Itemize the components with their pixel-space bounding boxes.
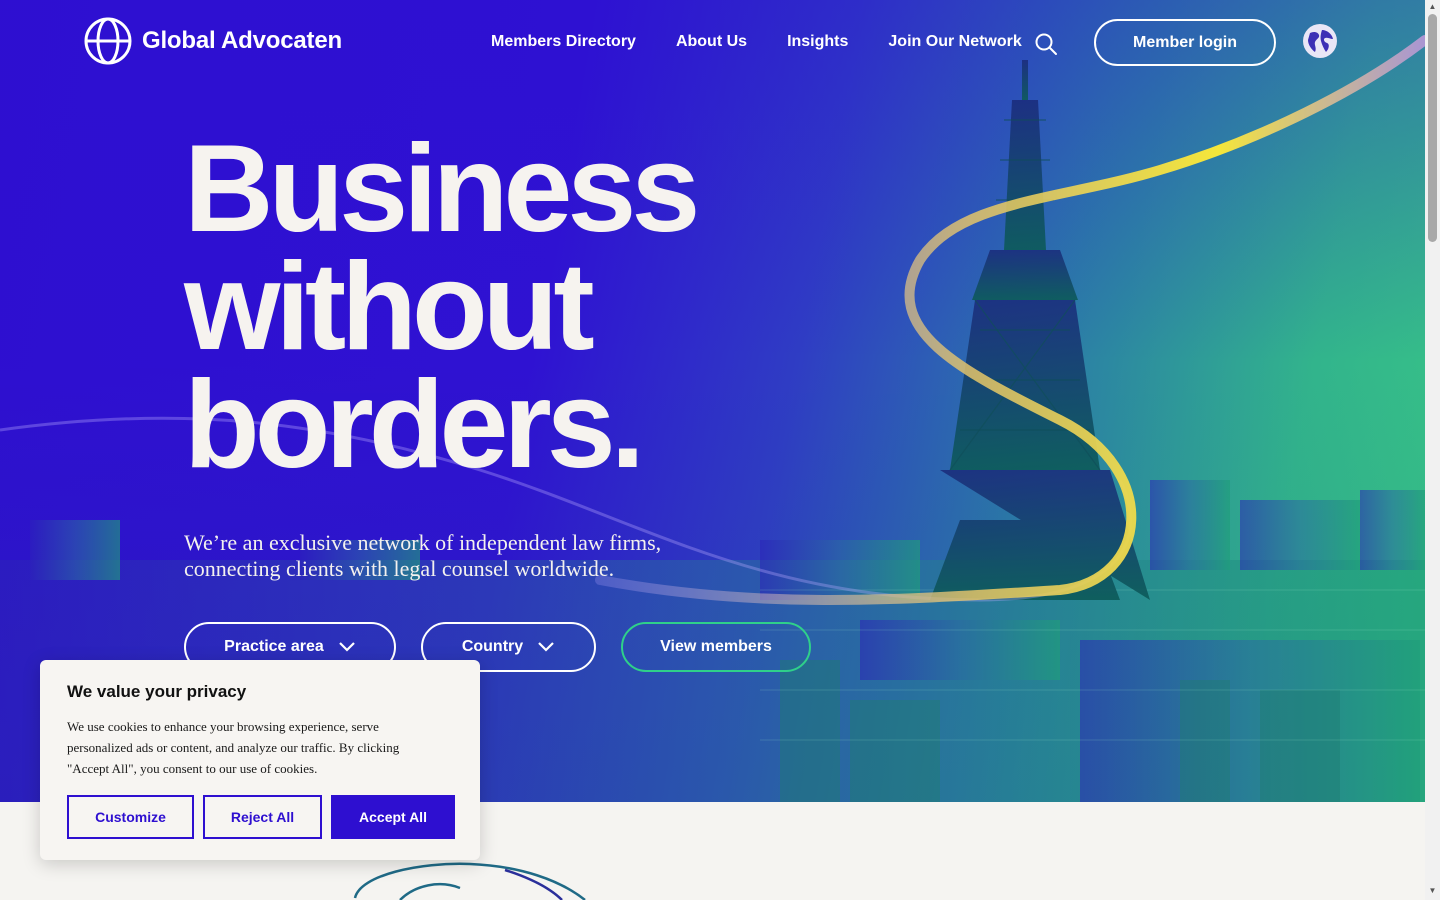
cookie-actions: Customize Reject All Accept All — [67, 795, 455, 839]
chevron-down-icon — [538, 642, 554, 652]
cookie-consent-banner: We value your privacy We use cookies to … — [40, 660, 480, 860]
nav-item-members-directory[interactable]: Members Directory — [491, 31, 636, 53]
brand-logo[interactable]: Global Advocaten — [84, 17, 342, 65]
country-label: Country — [461, 638, 524, 655]
customize-button[interactable]: Customize — [67, 795, 194, 839]
main-navigation: Members Directory About Us Insights Join… — [491, 31, 1022, 53]
cookie-title: We value your privacy — [67, 682, 247, 701]
headline-line-2: without — [184, 238, 595, 376]
globe-logo-icon — [84, 17, 132, 65]
scrollbar-thumb[interactable] — [1428, 14, 1437, 242]
practice-area-label: Practice area — [224, 638, 324, 655]
headline-line-1: Business — [184, 120, 700, 258]
accept-all-button[interactable]: Accept All — [331, 795, 455, 839]
nav-item-about-us[interactable]: About Us — [676, 31, 747, 53]
search-icon[interactable] — [1034, 32, 1058, 56]
chevron-down-icon — [339, 642, 355, 652]
nav-item-join-our-network[interactable]: Join Our Network — [888, 31, 1021, 53]
brand-name: Global Advocaten — [142, 27, 342, 54]
hero-subcopy: We’re an exclusive network of independen… — [184, 530, 662, 581]
reject-all-button[interactable]: Reject All — [203, 795, 322, 839]
page-scrollbar[interactable]: ▲ ▼ — [1425, 0, 1440, 900]
scroll-down-arrow-icon[interactable]: ▼ — [1428, 886, 1437, 896]
globe-icon[interactable] — [1302, 23, 1338, 59]
cookie-text: We use cookies to enhance your browsing … — [67, 719, 400, 776]
nav-item-insights[interactable]: Insights — [787, 31, 848, 53]
headline-line-3: borders. — [184, 356, 645, 494]
member-login-button[interactable]: Member login — [1094, 19, 1276, 66]
view-members-button[interactable]: View members — [621, 622, 811, 672]
hero-headline: Business without borders. — [184, 120, 700, 494]
scroll-up-arrow-icon[interactable]: ▲ — [1428, 2, 1437, 12]
